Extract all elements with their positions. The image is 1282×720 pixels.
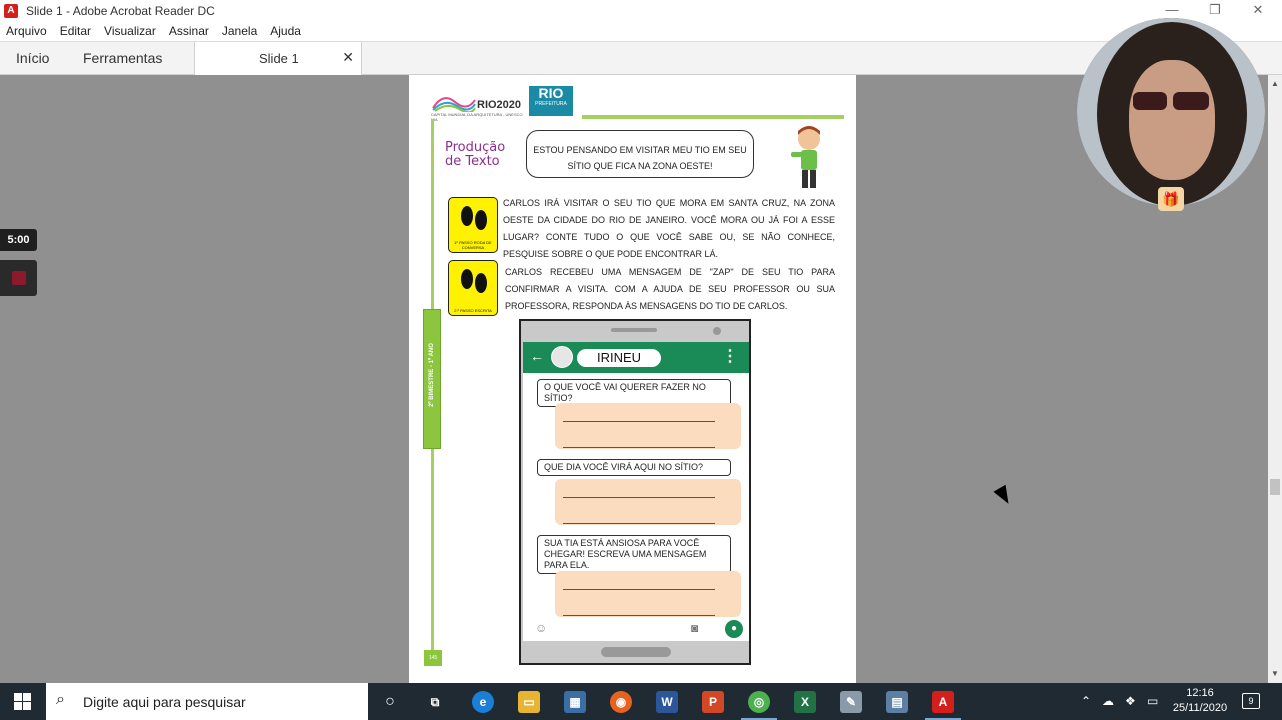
tab-document-label: Slide 1 <box>259 51 299 66</box>
rio2020-text: RIO2020 <box>477 99 522 111</box>
menu-ajuda[interactable]: Ajuda <box>270 24 301 38</box>
paint-icon[interactable]: ✎ <box>840 691 862 713</box>
phone-camera <box>713 327 721 335</box>
onedrive-icon[interactable]: ☁ <box>1102 694 1114 708</box>
side-label: 2º BIMESTRE - 1º ANO <box>429 343 435 407</box>
emoji-icon: ☺ <box>535 621 548 635</box>
answer-box-2 <box>555 479 741 525</box>
file-explorer-icon[interactable]: ▭ <box>518 691 540 713</box>
search-icon: ⌕ <box>56 691 65 708</box>
gift-icon[interactable]: 🎁 <box>1158 187 1184 211</box>
boy-illustration <box>791 126 820 188</box>
prefeitura-rio-text: RIO <box>538 85 564 101</box>
menu-editar[interactable]: Editar <box>60 24 91 38</box>
vertical-scrollbar[interactable]: ▲ ▼ <box>1268 75 1282 683</box>
acrobat-window: A Slide 1 - Adobe Acrobat Reader DC — ❐ … <box>0 0 1282 720</box>
store-icon[interactable]: ▦ <box>564 691 586 713</box>
word-icon[interactable]: W <box>656 691 678 713</box>
menu-assinar[interactable]: Assinar <box>169 24 209 38</box>
windows-taskbar: ⌕ Digite aqui para pesquisar ○ ⧉ e ▭ ▦ ◉… <box>0 683 1282 720</box>
contact-name: IRINEU <box>577 349 661 367</box>
answer-box-3 <box>555 571 741 617</box>
taskbar-clock[interactable]: 12:16 25/11/2020 <box>1166 686 1234 716</box>
clock-time: 12:16 <box>1186 687 1214 699</box>
pdf-page: RIO2020 CAPITAL MUNDIAL DA ARQUITETURA -… <box>409 75 856 683</box>
footprints-icon <box>461 206 487 230</box>
phone-speaker <box>611 328 657 332</box>
excel-icon[interactable]: X <box>794 691 816 713</box>
tab-inicio[interactable]: Início <box>16 42 49 75</box>
tab-document[interactable]: Slide 1 ✕ <box>194 42 362 76</box>
stop-recording-button[interactable] <box>0 260 37 296</box>
taskbar-search[interactable]: ⌕ Digite aqui para pesquisar <box>46 683 368 720</box>
prefeitura-text: PREFEITURA <box>535 101 567 107</box>
step1-badge: 1º PASSO RODA DE CONVERSA <box>448 197 498 253</box>
contact-avatar <box>551 346 573 368</box>
notification-center-icon[interactable]: 9 <box>1242 693 1260 709</box>
answer-box-1 <box>555 403 741 449</box>
chat-question-3: SUA TIA ESTÁ ANSIOSA PARA VOCÊ CHEGAR! E… <box>537 535 731 574</box>
menu-visualizar[interactable]: Visualizar <box>104 24 156 38</box>
acrobat-taskbar-icon[interactable]: A <box>932 691 954 713</box>
window-title: Slide 1 - Adobe Acrobat Reader DC <box>26 3 215 18</box>
chat-question-2: QUE DIA VOCÊ VIRÁ AQUI NO SÍTIO? <box>537 459 731 476</box>
acrobat-icon: A <box>4 3 18 18</box>
search-placeholder: Digite aqui para pesquisar <box>83 694 246 710</box>
scroll-down-icon[interactable]: ▼ <box>1271 669 1279 678</box>
header-rule <box>582 115 844 119</box>
calculator-icon[interactable]: ▤ <box>886 691 908 713</box>
scroll-thumb[interactable] <box>1270 479 1280 495</box>
step1-label: 1º PASSO RODA DE CONVERSA <box>454 240 492 250</box>
rio2020-subtext: CAPITAL MUNDIAL DA ARQUITETURA - UNESCO … <box>431 112 523 122</box>
step2-badge: 2.º PASSO ESCRITA <box>448 260 498 316</box>
phone-mockup: ← IRINEU ⋮ O QUE VOCÊ VAI QUERER FAZER N… <box>519 319 751 665</box>
recording-timer: 5:00 <box>0 229 37 251</box>
task-view-icon[interactable]: ⧉ <box>424 691 446 713</box>
step2-label: 2.º PASSO ESCRITA <box>454 308 492 313</box>
side-label-bar: 2º BIMESTRE - 1º ANO <box>423 309 441 449</box>
cortana-icon[interactable]: ○ <box>379 691 401 713</box>
chat-header: ← IRINEU ⋮ <box>523 342 749 373</box>
rio2020-logo: RIO2020 CAPITAL MUNDIAL DA ARQUITETURA -… <box>431 86 523 122</box>
paragraph-2: CARLOS RECEBEU UMA MENSAGEM DE "ZAP" DE … <box>505 267 835 311</box>
section-title: Produção de Texto <box>445 140 506 169</box>
webcam-overlay <box>1077 18 1265 206</box>
close-tab-icon[interactable]: ✕ <box>342 49 354 66</box>
tray-chevron-icon[interactable]: ⌃ <box>1081 694 1091 708</box>
network-icon[interactable]: ▭ <box>1147 694 1158 708</box>
footprints-icon <box>461 269 487 293</box>
firefox-icon[interactable]: ◉ <box>610 691 632 713</box>
edge-icon[interactable]: e <box>472 691 494 713</box>
page-number: 145 <box>424 650 442 666</box>
speech-bubble: ESTOU PENSANDO EM VISITAR MEU TIO EM SEU… <box>526 130 754 178</box>
more-options-icon: ⋮ <box>722 348 738 365</box>
scroll-up-icon[interactable]: ▲ <box>1271 79 1279 88</box>
paragraph-1: CARLOS IRÁ VISITAR O SEU TIO QUE MORA EM… <box>503 198 835 259</box>
menu-arquivo[interactable]: Arquivo <box>6 24 47 38</box>
powerpoint-icon[interactable]: P <box>702 691 724 713</box>
stop-icon <box>12 271 26 285</box>
windows-start-icon[interactable] <box>14 693 31 710</box>
rio2020-swoosh-icon <box>432 97 476 112</box>
phone-home-button <box>601 647 671 657</box>
microphone-icon: ● <box>725 620 743 638</box>
clock-date: 25/11/2020 <box>1172 702 1228 714</box>
menu-janela[interactable]: Janela <box>222 24 257 38</box>
prefeitura-logo: RIO PREFEITURA <box>529 86 573 116</box>
tab-ferramentas[interactable]: Ferramentas <box>83 42 162 75</box>
dropbox-icon[interactable]: ❖ <box>1125 694 1136 708</box>
back-arrow-icon: ← <box>530 348 544 364</box>
chat-area: O QUE VOCÊ VAI QUERER FAZER NO SÍTIO? QU… <box>523 373 749 621</box>
camera-icon: ◙ <box>691 621 699 635</box>
chat-input-bar: ☺ ◙ ● <box>523 619 749 641</box>
chrome-icon[interactable]: ◎ <box>748 691 770 713</box>
